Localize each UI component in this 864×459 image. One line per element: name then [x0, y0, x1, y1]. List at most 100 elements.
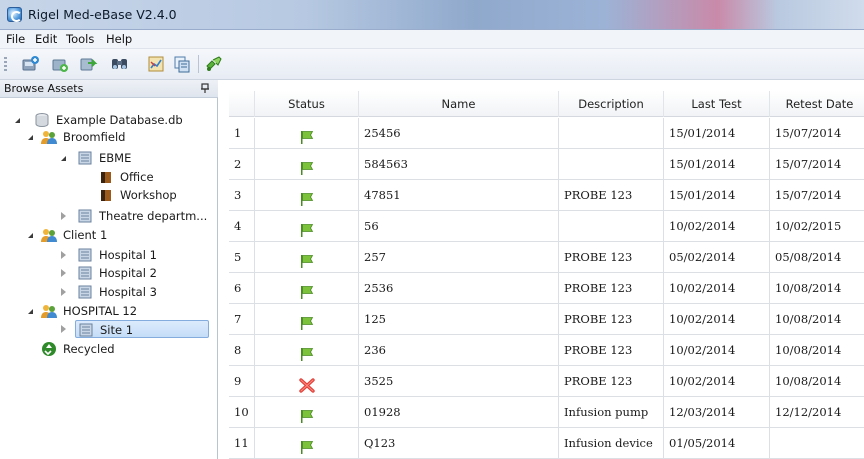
cell-rownum[interactable]: 9: [229, 366, 255, 397]
cell-name: 584563: [359, 149, 559, 180]
find-icon[interactable]: [110, 54, 130, 74]
menu-help[interactable]: Help: [106, 32, 132, 46]
add-asset-icon[interactable]: [20, 54, 40, 74]
chart-icon[interactable]: [146, 54, 166, 74]
copy-icon[interactable]: [172, 54, 192, 74]
cell-retest-date: 05/08/2014: [770, 242, 864, 273]
cell-name: 56: [359, 211, 559, 242]
expand-icon[interactable]: [61, 212, 66, 220]
cell-rownum[interactable]: 10: [229, 397, 255, 428]
collapse-icon[interactable]: [15, 118, 20, 123]
toolbar-grip[interactable]: [4, 57, 7, 73]
column-header-last-test[interactable]: Last Test: [664, 91, 770, 117]
pass-flag-icon: [299, 405, 315, 423]
table-row[interactable]: 5 257 PROBE 123 05/02/2014 05/08/2014: [229, 242, 864, 273]
cell-last-test: 01/05/2014: [664, 428, 770, 459]
site-icon: [78, 248, 92, 262]
menu-file[interactable]: File: [6, 32, 25, 46]
expand-icon[interactable]: [61, 325, 66, 333]
site-icon: [78, 266, 92, 280]
tree-node-broomfield[interactable]: Broomfield: [0, 128, 218, 146]
table-row[interactable]: 6 2536 PROBE 123 10/02/2014 10/08/2014: [229, 273, 864, 304]
sync-icon[interactable]: [204, 54, 224, 74]
table-row[interactable]: 4 56 10/02/2014 10/02/2015: [229, 211, 864, 242]
tree-node-database[interactable]: Example Database.db: [0, 111, 218, 129]
expand-icon[interactable]: [61, 288, 66, 296]
collapse-icon[interactable]: [61, 156, 66, 161]
collapse-icon[interactable]: [28, 135, 33, 140]
tree-node-client1[interactable]: Client 1: [0, 226, 218, 244]
tree-label: Hospital 3: [99, 285, 157, 299]
cell-rownum[interactable]: 11: [229, 428, 255, 459]
table-row[interactable]: 8 236 PROBE 123 10/02/2014 10/08/2014: [229, 335, 864, 366]
cell-rownum[interactable]: 7: [229, 304, 255, 335]
cell-rownum[interactable]: 2: [229, 149, 255, 180]
cell-rownum[interactable]: 3: [229, 180, 255, 211]
column-header-retest-date[interactable]: Retest Date: [770, 91, 864, 117]
tree-node-hospital3[interactable]: Hospital 3: [0, 283, 218, 301]
table-row[interactable]: 7 125 PROBE 123 10/02/2014 10/08/2014: [229, 304, 864, 335]
table-row[interactable]: 10 01928 Infusion pump 12/03/2014 12/12/2014: [229, 397, 864, 428]
cell-name: 125: [359, 304, 559, 335]
add-site-icon[interactable]: [50, 54, 70, 74]
cell-status: [255, 211, 359, 242]
cell-description: [559, 118, 664, 149]
pass-flag-icon: [299, 436, 315, 454]
menu-edit[interactable]: Edit: [35, 32, 57, 46]
collapse-icon[interactable]: [28, 309, 33, 314]
expand-icon[interactable]: [61, 251, 66, 259]
tree-node-hospital1[interactable]: Hospital 1: [0, 246, 218, 264]
tree-node-ebme[interactable]: EBME: [0, 149, 218, 167]
cell-retest-date: 15/07/2014: [770, 118, 864, 149]
tree-node-theatre[interactable]: Theatre departm...: [0, 207, 218, 225]
pass-flag-icon: [299, 250, 315, 268]
cell-last-test: 15/01/2014: [664, 118, 770, 149]
site-icon: [78, 209, 92, 223]
cell-rownum[interactable]: 5: [229, 242, 255, 273]
tree-label: Workshop: [120, 188, 177, 202]
cell-name: 01928: [359, 397, 559, 428]
group-icon: [41, 131, 57, 144]
app-logo-icon: [7, 7, 22, 22]
tree-node-hospital2[interactable]: Hospital 2: [0, 264, 218, 282]
asset-grid: Status Name Description Last Test Retest…: [229, 91, 864, 459]
column-header-rownum[interactable]: [229, 91, 255, 117]
cell-last-test: 10/02/2014: [664, 335, 770, 366]
location-icon: [101, 172, 111, 183]
table-row[interactable]: 3 47851 PROBE 123 15/01/2014 15/07/2014: [229, 180, 864, 211]
cell-status: [255, 428, 359, 459]
location-icon: [101, 190, 111, 201]
table-row[interactable]: 2 584563 15/01/2014 15/07/2014: [229, 149, 864, 180]
cell-last-test: 10/02/2014: [664, 211, 770, 242]
pass-flag-icon: [299, 281, 315, 299]
export-icon[interactable]: [78, 54, 98, 74]
fail-cross-icon: [299, 374, 315, 393]
cell-rownum[interactable]: 1: [229, 118, 255, 149]
cell-rownum[interactable]: 4: [229, 211, 255, 242]
column-header-description[interactable]: Description: [559, 91, 664, 117]
browse-assets-panel: Browse Assets Example Database.db Broomf…: [0, 80, 218, 459]
cell-status: [255, 397, 359, 428]
table-row[interactable]: 9 3525 PROBE 123 10/02/2014 10/08/2014: [229, 366, 864, 397]
menu-tools[interactable]: Tools: [66, 32, 94, 46]
tree-node-workshop[interactable]: Workshop: [0, 186, 218, 204]
tree-label: Hospital 1: [99, 248, 157, 262]
cell-last-test: 12/03/2014: [664, 397, 770, 428]
cell-description: PROBE 123: [559, 304, 664, 335]
collapse-icon[interactable]: [28, 233, 33, 238]
cell-last-test: 05/02/2014: [664, 242, 770, 273]
tree-node-site1[interactable]: Site 1: [75, 320, 209, 338]
table-row[interactable]: 11 Q123 Infusion device 01/05/2014: [229, 428, 864, 459]
expand-icon[interactable]: [61, 269, 66, 277]
cell-rownum[interactable]: 6: [229, 273, 255, 304]
table-row[interactable]: 1 25456 15/01/2014 15/07/2014: [229, 118, 864, 149]
tree-node-hospital12[interactable]: HOSPITAL 12: [0, 302, 218, 320]
tree-label: Client 1: [63, 228, 108, 242]
cell-rownum[interactable]: 8: [229, 335, 255, 366]
tree-node-recycled[interactable]: Recycled: [0, 340, 218, 358]
tree-node-office[interactable]: Office: [0, 168, 218, 186]
column-header-status[interactable]: Status: [255, 91, 359, 117]
column-header-name[interactable]: Name: [359, 91, 559, 117]
pin-icon[interactable]: [200, 83, 210, 94]
cell-name: 2536: [359, 273, 559, 304]
